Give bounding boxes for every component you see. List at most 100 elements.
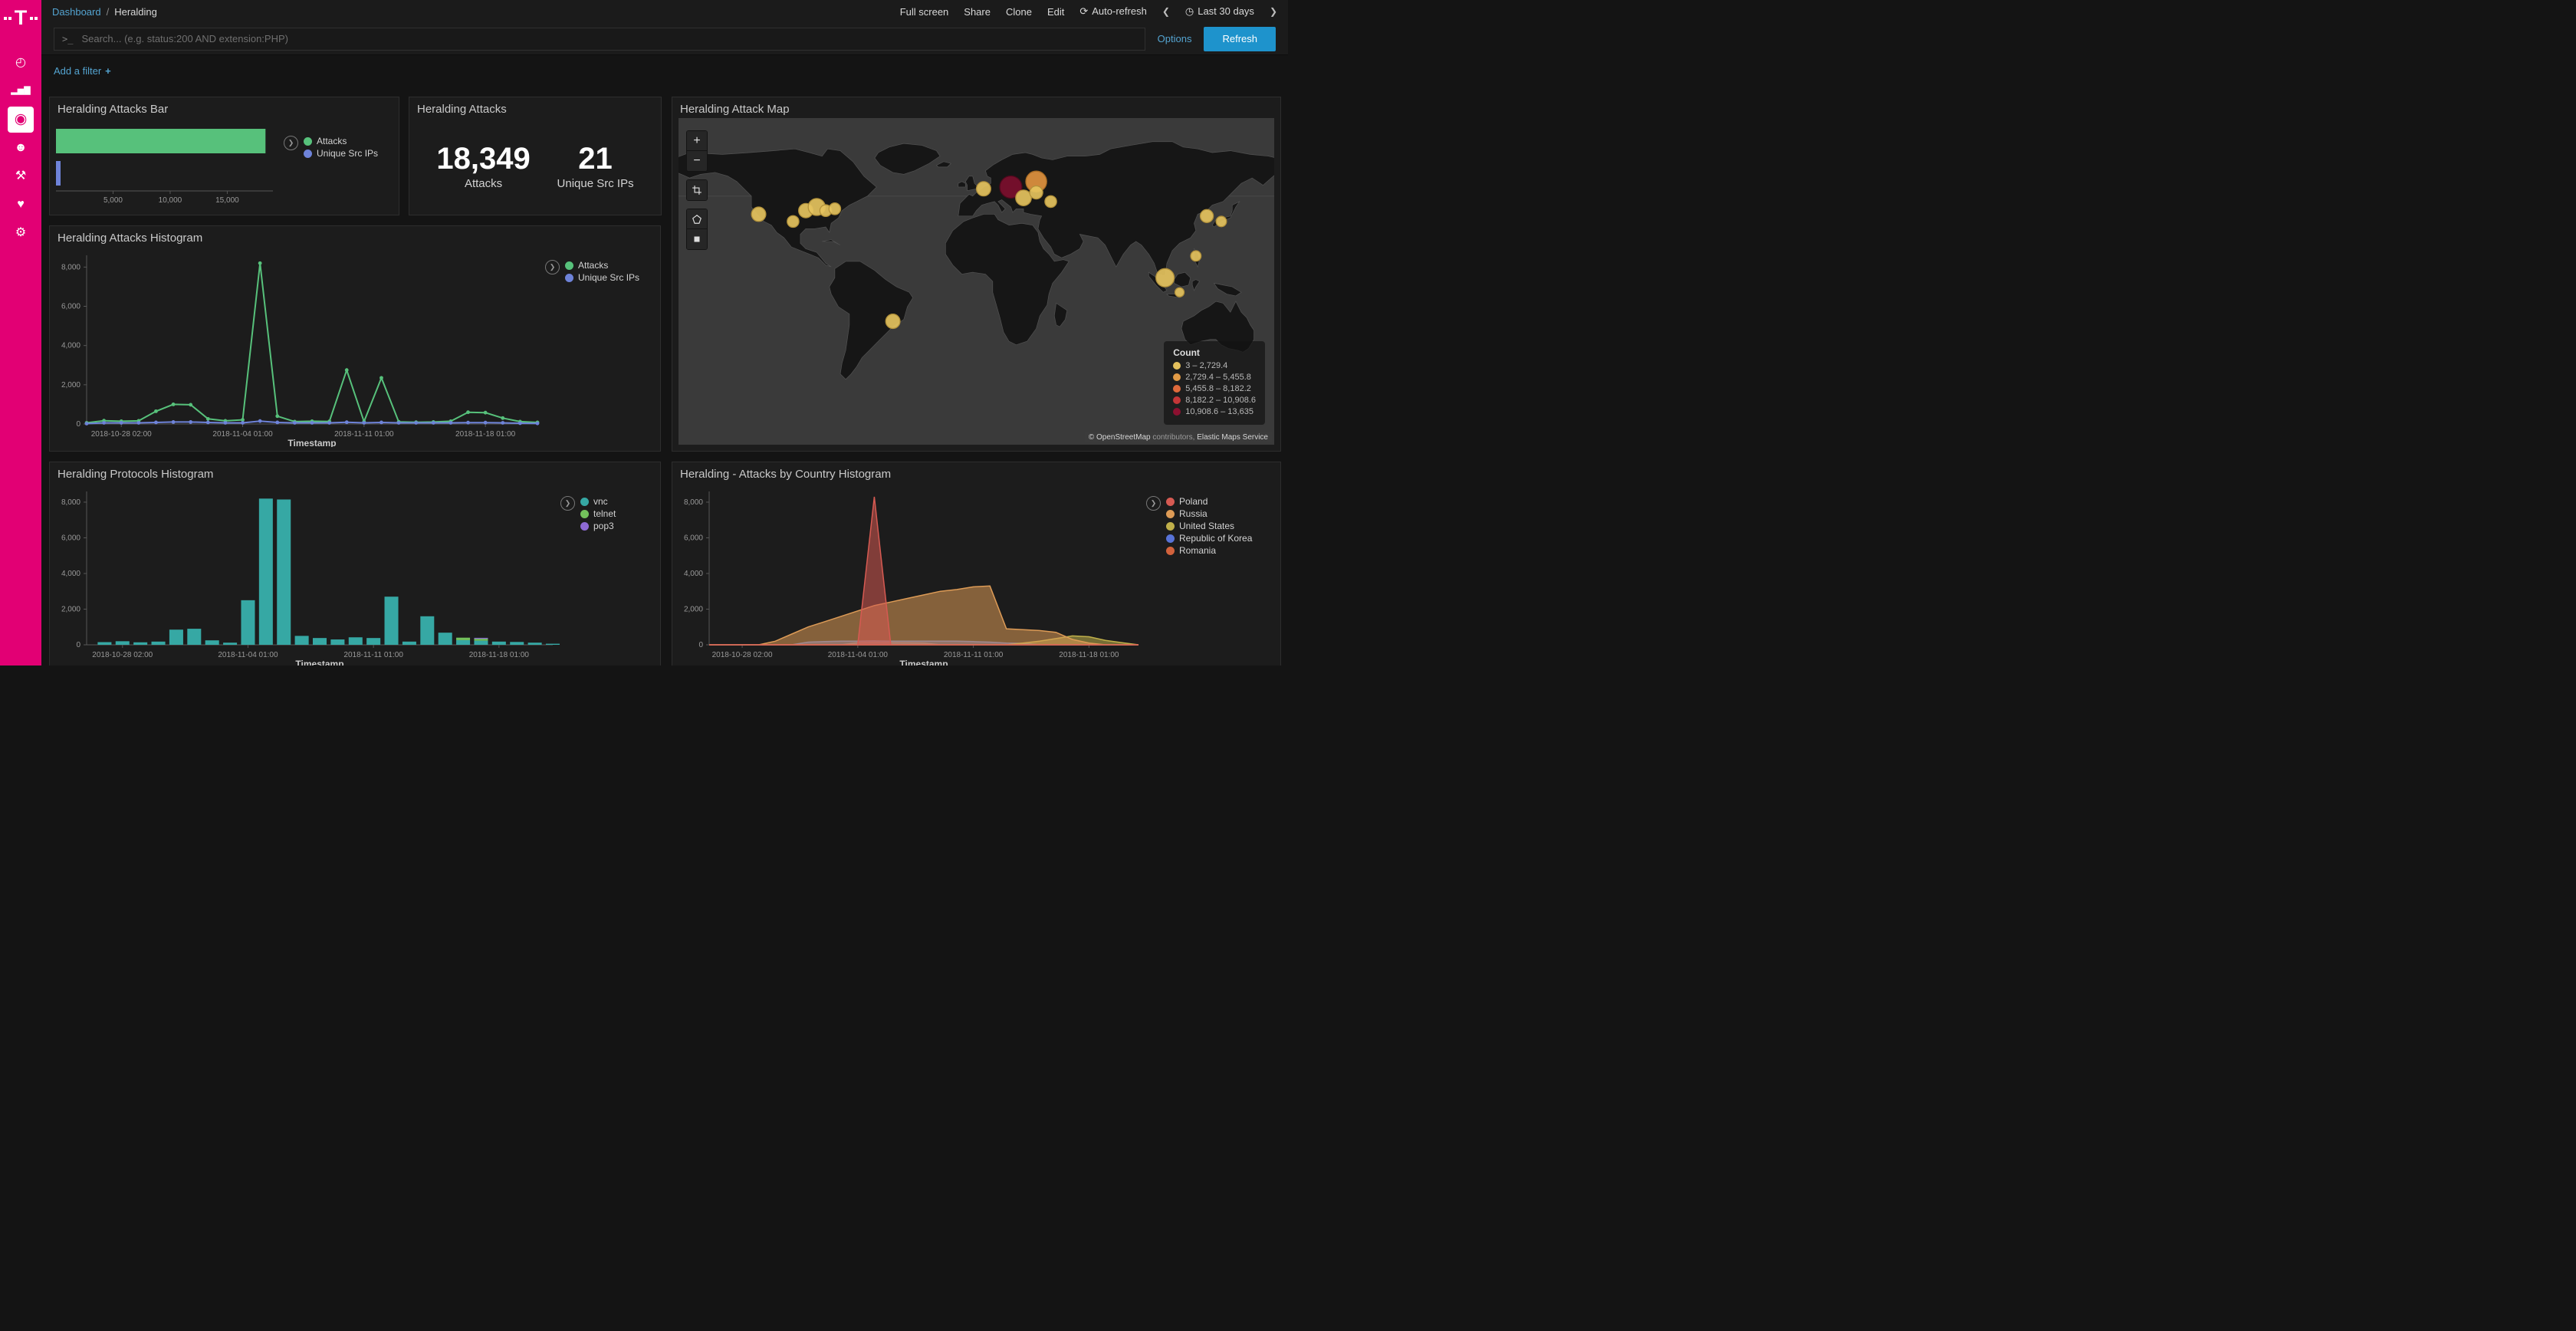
sidebar-item-heartbeat[interactable]: ♥ (0, 190, 41, 219)
legend-collapse-icon[interactable]: ❯ (545, 260, 560, 274)
hbar-Attacks[interactable] (56, 129, 265, 153)
legend-item[interactable]: Unique Src IPs (565, 272, 639, 283)
sidebar-item-bar-chart[interactable]: ▂▅▇ (0, 77, 41, 105)
bar-vnc[interactable] (97, 642, 111, 645)
legend-collapse-icon[interactable]: ❯ (560, 496, 575, 511)
point[interactable] (501, 421, 504, 425)
point[interactable] (536, 422, 540, 426)
legend-item[interactable]: Russia (1166, 508, 1252, 519)
map-fit-bounds-icon[interactable] (687, 180, 707, 200)
legend-item[interactable]: United States (1166, 521, 1252, 531)
sidebar-item-spy[interactable]: ☻ (0, 133, 41, 162)
legend-collapse-icon[interactable]: ❯ (284, 136, 298, 150)
bar-vnc[interactable] (330, 639, 344, 645)
point[interactable] (136, 421, 140, 425)
legend-collapse-icon[interactable]: ❯ (1146, 496, 1161, 511)
legend-item[interactable]: Attacks (304, 136, 378, 146)
legend-item[interactable]: Attacks (565, 260, 639, 271)
world-attack-map[interactable]: + − Count (678, 118, 1274, 445)
search-input[interactable] (80, 32, 1136, 45)
panel-title[interactable]: Heralding Attack Map (672, 97, 1280, 119)
legend-item[interactable]: telnet (580, 508, 616, 519)
attack-marker[interactable] (1016, 190, 1031, 205)
point[interactable] (172, 403, 176, 406)
sidebar-item-wrench[interactable]: ⚒ (0, 162, 41, 190)
bar-vnc[interactable] (420, 616, 434, 645)
telekom-logo[interactable]: T (4, 8, 38, 28)
point[interactable] (189, 403, 192, 407)
attack-marker[interactable] (1156, 268, 1175, 287)
point[interactable] (380, 376, 383, 380)
point[interactable] (120, 421, 123, 425)
point[interactable] (102, 421, 106, 425)
bar-vnc[interactable] (528, 642, 542, 645)
point[interactable] (258, 261, 262, 265)
attack-marker[interactable] (886, 314, 900, 329)
bar-vnc[interactable] (546, 644, 560, 645)
point[interactable] (275, 421, 279, 425)
point[interactable] (484, 421, 488, 425)
attack-marker[interactable] (751, 207, 766, 222)
attack-marker[interactable] (829, 203, 840, 215)
legend-item[interactable]: Romania (1166, 545, 1252, 556)
legend-item[interactable]: Unique Src IPs (304, 148, 378, 159)
edit-button[interactable]: Edit (1047, 6, 1064, 18)
add-filter-link[interactable]: Add a filter+ (54, 65, 111, 77)
time-back-chevron-icon[interactable]: ❮ (1162, 6, 1170, 17)
point[interactable] (345, 420, 349, 424)
legend-item[interactable]: pop3 (580, 521, 616, 531)
bar-vnc[interactable] (474, 641, 488, 645)
map-zoom-out-button[interactable]: − (687, 151, 707, 171)
legend-item[interactable]: Republic of Korea (1166, 533, 1252, 544)
bar-vnc[interactable] (152, 642, 166, 645)
point[interactable] (241, 421, 245, 425)
share-button[interactable]: Share (964, 6, 991, 18)
point[interactable] (154, 421, 158, 425)
bar-vnc[interactable] (510, 642, 524, 645)
attack-marker[interactable] (1191, 251, 1201, 261)
point[interactable] (154, 409, 158, 413)
map-rectangle-tool-icon[interactable] (687, 229, 707, 249)
attack-marker[interactable] (1045, 196, 1056, 207)
bar-vnc[interactable] (295, 636, 309, 645)
line-Attacks[interactable] (87, 263, 537, 422)
point[interactable] (397, 421, 401, 425)
sidebar-item-dashboards[interactable]: ◉ (0, 105, 41, 133)
panel-title[interactable]: Heralding Attacks Bar (50, 97, 399, 119)
point[interactable] (345, 368, 349, 372)
attack-marker[interactable] (1201, 209, 1214, 222)
attack-marker[interactable] (1216, 216, 1227, 227)
bar-vnc[interactable] (349, 637, 363, 645)
point[interactable] (206, 421, 210, 425)
map-zoom-in-button[interactable]: + (687, 131, 707, 151)
sidebar-item-gauge[interactable]: ◴ (0, 48, 41, 77)
point[interactable] (432, 421, 435, 425)
bar-vnc[interactable] (133, 642, 147, 645)
point[interactable] (327, 421, 331, 425)
bar-vnc[interactable] (492, 642, 506, 645)
bar-vnc[interactable] (385, 596, 399, 645)
point[interactable] (414, 421, 418, 425)
bar-vnc[interactable] (277, 499, 291, 645)
point[interactable] (362, 421, 366, 425)
hbar-Unique Src IPs[interactable] (56, 161, 61, 186)
bar-pop3[interactable] (474, 638, 488, 639)
point[interactable] (466, 421, 470, 425)
auto-refresh-button[interactable]: ⟳Auto-refresh (1079, 5, 1146, 18)
bar-vnc[interactable] (169, 629, 183, 645)
bar-vnc[interactable] (402, 642, 416, 645)
attack-marker[interactable] (977, 182, 991, 196)
legend-item[interactable]: Poland (1166, 496, 1252, 507)
bar-vnc[interactable] (366, 638, 380, 645)
point[interactable] (293, 421, 297, 425)
bar-telnet[interactable] (456, 638, 470, 640)
point[interactable] (85, 422, 89, 426)
bar-vnc[interactable] (259, 498, 273, 645)
bar-vnc[interactable] (313, 638, 327, 645)
country-histogram-chart[interactable]: 02,0004,0006,0008,0002018-10-28 02:00201… (672, 484, 1146, 666)
elastic-maps-link[interactable]: Elastic Maps Service (1197, 433, 1268, 442)
time-forward-chevron-icon[interactable]: ❯ (1270, 6, 1277, 17)
attacks-bar-chart[interactable]: 5,00010,00015,000 (50, 119, 284, 211)
attacks-histogram-chart[interactable]: 02,0004,0006,0008,0002018-10-28 02:00201… (50, 248, 545, 447)
attack-marker[interactable] (1175, 288, 1184, 297)
